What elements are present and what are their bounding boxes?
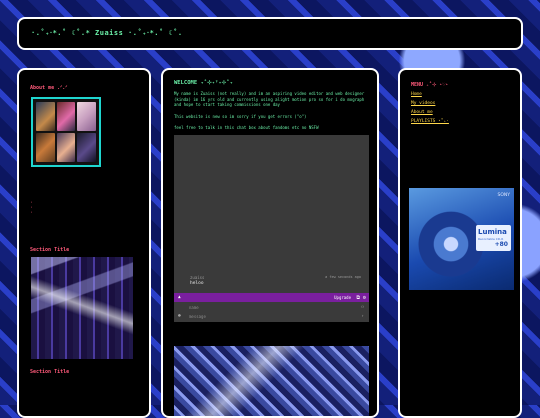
menu: MENU ₊˚⊹ ⋆♡⋆ Home My videos About me PLA…	[411, 82, 515, 124]
external-link-icon[interactable]: ⧉	[356, 295, 360, 301]
cd-badge-num: +80	[494, 241, 508, 248]
dot: ·	[30, 210, 34, 216]
emoji-icon[interactable]: ☻	[178, 314, 181, 319]
send-icon[interactable]: ›	[361, 314, 364, 319]
upgrade-link[interactable]: Upgrade	[334, 295, 351, 300]
right-sidebar: MENU ₊˚⊹ ⋆♡⋆ Home My videos About me PLA…	[398, 68, 522, 418]
collage-image	[56, 133, 76, 162]
site-title: ·.˚₊‧*.˚ ☾˚.* Zuaiss ·.˚₊‧*.˚ ☾˚.	[31, 29, 183, 37]
collage-image	[36, 133, 55, 162]
bullet-dots: · · ·	[30, 201, 33, 216]
name-field-row: name ⚇	[174, 303, 369, 312]
chat-timestamp: a few seconds ago	[325, 275, 361, 279]
menu-link-home[interactable]: Home	[411, 92, 515, 97]
chat-input-area: name ⚇ ☻ message ›	[174, 302, 369, 322]
about-me-title: About me .ᐟ.ᐟ	[30, 85, 68, 91]
section-title: Section Title	[30, 247, 70, 253]
city-image	[31, 257, 133, 359]
section-title-2: Section Title	[30, 369, 70, 375]
collage-image	[36, 102, 55, 131]
warning-icon[interactable]: ▲	[178, 295, 181, 300]
chat-invite-text: feel free to talk in this chat box about…	[174, 125, 319, 130]
welcome-heading: WELCOME ₊˚⊹˖ᵎ˖⊹˚₊	[174, 80, 233, 86]
menu-link-videos[interactable]: My videos	[411, 101, 515, 106]
settings-icon[interactable]: ⚙	[363, 295, 366, 301]
collage-image	[77, 102, 96, 131]
user-icon[interactable]: ⚇	[361, 305, 364, 310]
message-field-row: ☻ message ›	[174, 312, 369, 321]
cd-badge: Lumina Recordable CD-R +80	[476, 225, 511, 251]
about-me-collage	[31, 97, 101, 167]
chat-toolbar: ▲ Upgrade ⧉ ⚙	[174, 293, 369, 302]
banner-image	[174, 346, 369, 416]
cd-brand: SONY	[497, 193, 510, 198]
chat-username: zuaiss	[190, 275, 205, 280]
message-input[interactable]: message	[189, 314, 206, 319]
left-sidebar: About me .ᐟ.ᐟ · · · Section Title Sectio…	[17, 68, 151, 418]
collage-image	[56, 102, 76, 131]
cd-badge-title: Lumina	[478, 228, 507, 236]
header-panel: ·.˚₊‧*.˚ ☾˚.* Zuaiss ·.˚₊‧*.˚ ☾˚.	[17, 17, 523, 50]
menu-link-playlists[interactable]: PLAYLISTS ⋆˚₊·	[411, 119, 515, 124]
cd-image: SONY Lumina Recordable CD-R +80	[409, 188, 514, 290]
chat-message-text: heloo	[190, 281, 204, 286]
name-input[interactable]: name	[189, 305, 199, 310]
main-content: WELCOME ₊˚⊹˖ᵎ˖⊹˚₊ My name is Zuaiss (not…	[161, 68, 379, 418]
note-text: This website is new so im sorry if you g…	[174, 114, 307, 119]
collage-image	[77, 133, 96, 162]
menu-title: MENU ₊˚⊹ ⋆♡⋆	[411, 82, 449, 88]
chat-box: zuaiss a few seconds ago heloo ▲ Upgrade…	[174, 135, 369, 322]
intro-text: My name is Zuaiss (not really) and im an…	[174, 91, 365, 107]
menu-link-about[interactable]: About me	[411, 110, 515, 115]
